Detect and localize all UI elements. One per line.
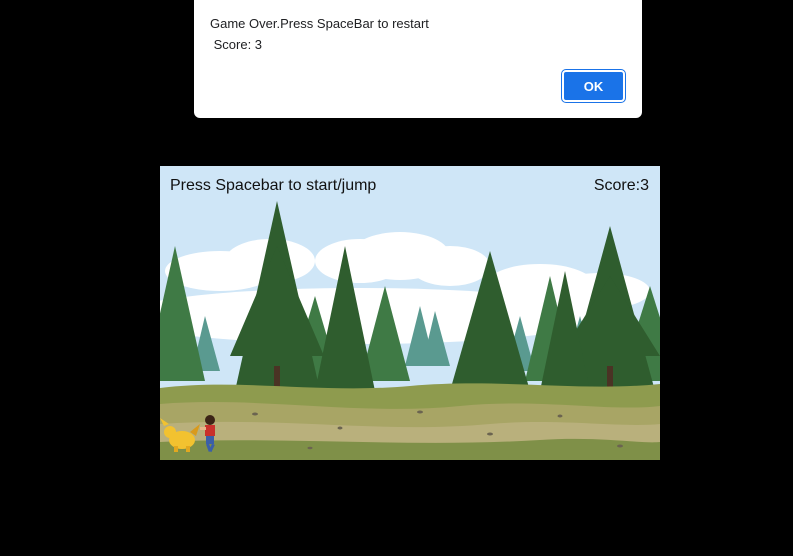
alert-message: Game Over.Press SpaceBar to restart <box>210 16 429 31</box>
ok-button[interactable]: OK <box>561 69 626 103</box>
browser-viewport: Game Over.Press SpaceBar to restart Scor… <box>0 0 793 556</box>
alert-score-text: Score: 3 <box>210 37 263 52</box>
game-canvas[interactable]: Press Spacebar to start/jump Score:3 <box>160 166 660 460</box>
game-instruction-text: Press Spacebar to start/jump <box>170 177 377 194</box>
alert-dialog: Game Over.Press SpaceBar to restart Scor… <box>194 0 642 118</box>
game-score-text: Score:3 <box>593 177 649 194</box>
forest-background <box>160 166 660 460</box>
